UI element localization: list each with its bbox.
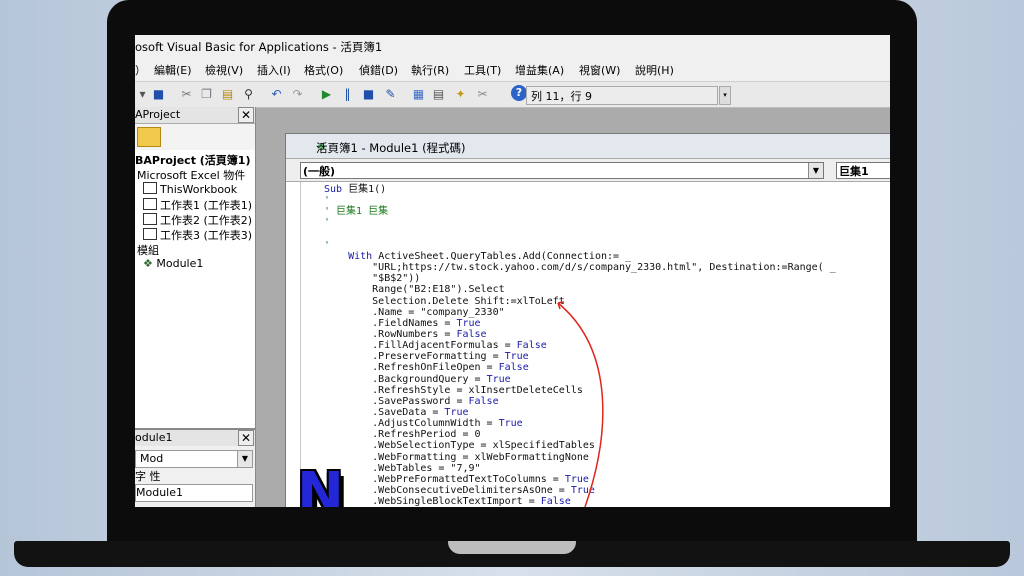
laptop-notch: [448, 541, 576, 554]
annotation-arrow: [557, 301, 604, 507]
annotation-curve: [557, 302, 604, 507]
vba-editor-screen: osoft Visual Basic for Applications - 活頁…: [135, 35, 890, 507]
